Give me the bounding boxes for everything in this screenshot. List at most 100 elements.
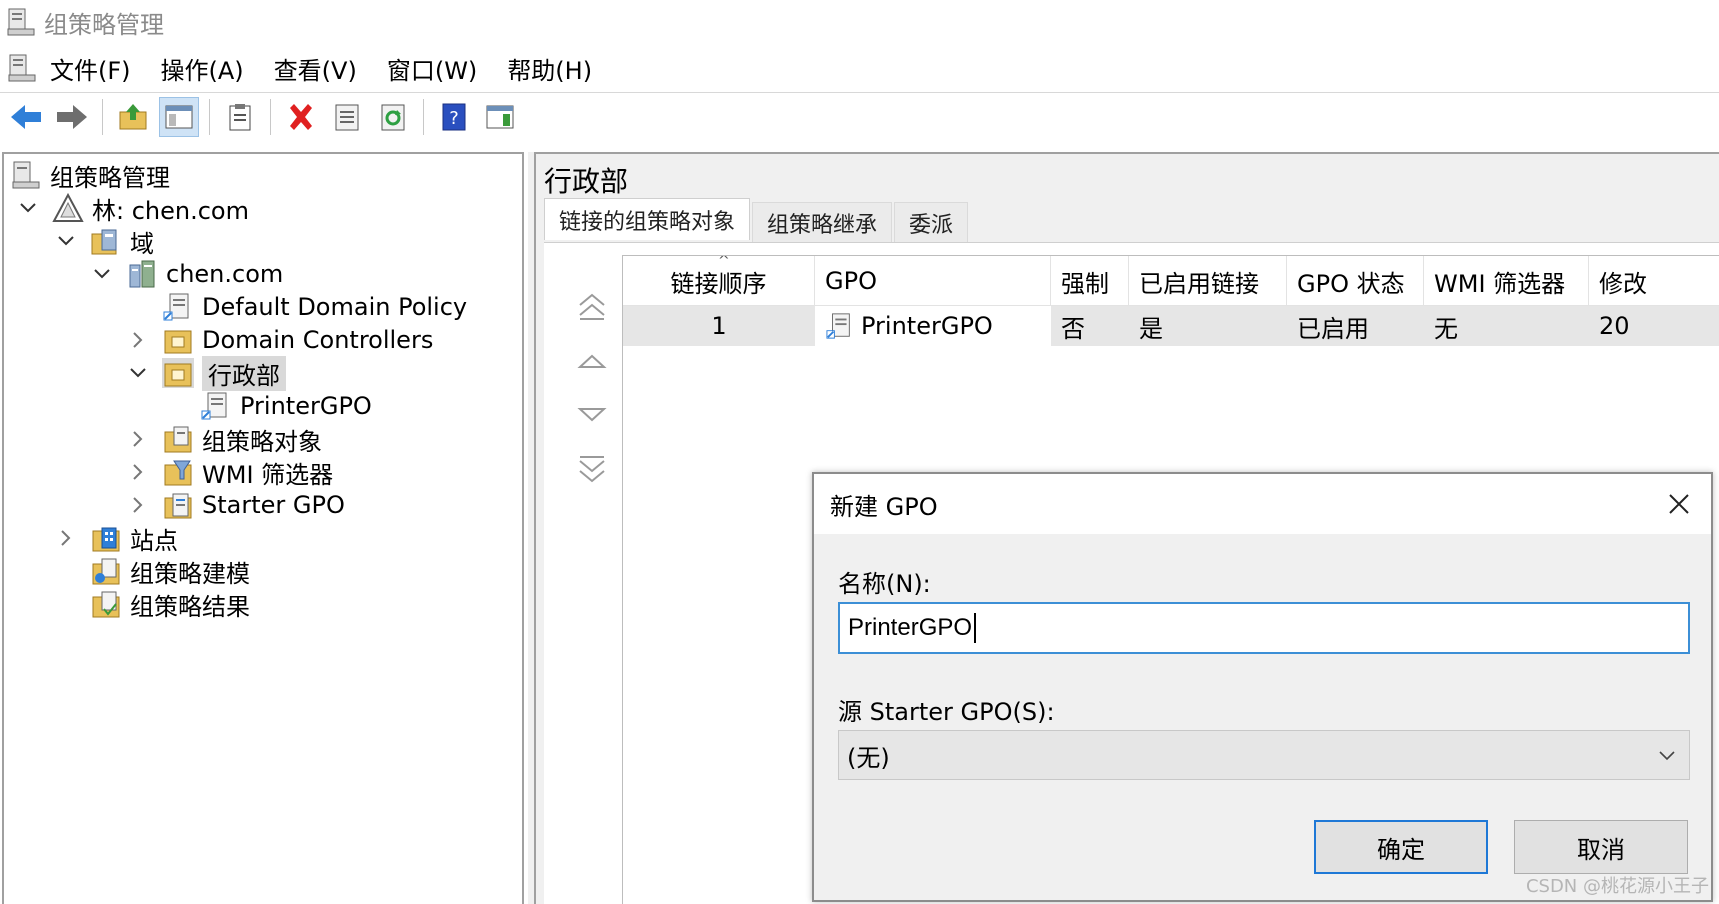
- new-gpo-dialog: 新建 GPO 名称(N): PrinterGPO 源 Starter GPO(S…: [812, 472, 1713, 902]
- gpm-menu-icon[interactable]: [6, 53, 38, 83]
- tree-item-results[interactable]: 组策略结果: [56, 587, 250, 621]
- collapse-icon[interactable]: [92, 264, 112, 284]
- text-caret: [974, 613, 977, 643]
- tree-item-domains[interactable]: 域: [56, 224, 154, 258]
- tree-item-gpo-objects[interactable]: 组策略对象: [128, 422, 322, 456]
- gpo-name-input[interactable]: PrinterGPO: [838, 602, 1690, 654]
- expand-icon[interactable]: [56, 528, 76, 548]
- refresh-icon[interactable]: [373, 97, 413, 137]
- cell-enforced: 否: [1061, 314, 1085, 343]
- toolbar-separator: [423, 98, 424, 135]
- title-bar: 组策略管理: [0, 0, 1719, 44]
- domain-icon: [129, 260, 155, 288]
- cell-gpo-name: PrinterGPO: [861, 312, 993, 340]
- tree-item-default-domain-policy[interactable]: Default Domain Policy: [128, 290, 467, 324]
- wmi-folder-icon: [164, 460, 192, 486]
- action-pane-icon[interactable]: [480, 97, 520, 137]
- results-icon: [92, 591, 120, 618]
- tree-item-modeling[interactable]: 组策略建模: [56, 554, 250, 588]
- expand-icon[interactable]: [128, 495, 148, 515]
- cell-gpo-status: 已启用: [1297, 314, 1369, 343]
- gpo-link-icon: [826, 313, 850, 339]
- tree-label: 林: chen.com: [92, 196, 249, 225]
- col-link-order[interactable]: ^ 链接顺序: [623, 256, 815, 306]
- tree-label: Starter GPO: [202, 491, 345, 519]
- tree-label: Domain Controllers: [202, 326, 434, 354]
- cell-wmi-filter: 无: [1434, 314, 1458, 343]
- close-icon[interactable]: [1659, 484, 1699, 524]
- tab-delegation[interactable]: 委派: [894, 202, 969, 242]
- col-link-enabled[interactable]: 已启用链接: [1129, 256, 1287, 306]
- source-starter-value: (无): [847, 743, 890, 772]
- tree-item-gpm[interactable]: 组策略管理: [10, 158, 170, 192]
- col-wmi-filter[interactable]: WMI 筛选器: [1424, 256, 1589, 306]
- tree-label: WMI 筛选器: [202, 460, 334, 489]
- expand-icon[interactable]: [128, 429, 148, 449]
- tree-item-sites[interactable]: 站点: [56, 521, 178, 555]
- show-hide-tree-icon[interactable]: [159, 96, 199, 137]
- menu-file[interactable]: 文件(F): [50, 51, 131, 86]
- name-label: 名称(N):: [838, 570, 931, 598]
- dialog-title: 新建 GPO: [830, 492, 938, 521]
- tree-pane: 组策略管理 林: chen.com 域 chen.com Default Dom…: [2, 152, 524, 904]
- cancel-button[interactable]: 取消: [1514, 820, 1688, 874]
- tree-label: 站点: [130, 526, 178, 555]
- properties-icon[interactable]: [327, 97, 367, 137]
- menu-view[interactable]: 查看(V): [274, 51, 357, 86]
- tree-item-chen-com[interactable]: chen.com: [92, 257, 283, 291]
- chevron-down-icon: [1659, 751, 1675, 761]
- toolbar-separator: [102, 98, 103, 135]
- gpo-name-value: PrinterGPO: [848, 614, 973, 641]
- move-up-icon[interactable]: [572, 341, 612, 381]
- tree-label: 域: [130, 229, 154, 258]
- svg-text:?: ?: [449, 108, 459, 129]
- clipboard-icon[interactable]: [220, 97, 260, 137]
- table-row[interactable]: 1 PrinterGPO 否 是 已启用 无 20: [623, 306, 1719, 346]
- tree-item-forest[interactable]: 林: chen.com: [18, 191, 249, 225]
- delete-icon[interactable]: [281, 97, 321, 137]
- gpm-icon: [12, 161, 40, 189]
- col-modified[interactable]: 修改: [1589, 256, 1669, 306]
- expand-icon[interactable]: [128, 462, 148, 482]
- tree-item-starter-gpo[interactable]: Starter GPO: [128, 488, 345, 522]
- menu-action[interactable]: 操作(A): [161, 51, 244, 86]
- move-to-top-icon[interactable]: [572, 287, 612, 327]
- forest-icon: [52, 193, 84, 222]
- toolbar-separator: [270, 98, 271, 135]
- tree-label: chen.com: [166, 260, 284, 288]
- tab-linked-gpos[interactable]: 链接的组策略对象: [544, 198, 751, 240]
- gpo-link-icon: [163, 293, 189, 321]
- collapse-icon[interactable]: [56, 231, 76, 251]
- tree-label: 组策略对象: [202, 427, 322, 456]
- tab-inheritance[interactable]: 组策略继承: [752, 202, 893, 242]
- tree-item-ou-selected[interactable]: 行政部: [128, 355, 286, 391]
- tree-label: 组策略管理: [50, 163, 170, 192]
- ou-icon: [162, 358, 194, 388]
- table-header: ^ 链接顺序 GPO 强制 已启用链接 GPO 状态 WMI 筛选器 修改: [623, 256, 1719, 306]
- tree-item-domain-controllers[interactable]: Domain Controllers: [128, 323, 433, 357]
- help-icon[interactable]: ?: [434, 97, 474, 137]
- link-order-buttons: [572, 287, 612, 503]
- menu-help[interactable]: 帮助(H): [507, 51, 592, 86]
- source-starter-label: 源 Starter GPO(S):: [838, 698, 1055, 726]
- up-folder-icon[interactable]: [113, 97, 153, 137]
- back-icon[interactable]: [6, 97, 46, 137]
- move-to-bottom-icon[interactable]: [572, 449, 612, 489]
- tree-item-printergpo-link[interactable]: PrinterGPO: [166, 389, 372, 423]
- col-enforced[interactable]: 强制: [1051, 256, 1129, 306]
- modeling-icon: [92, 558, 120, 585]
- toolbar: ?: [0, 92, 1719, 140]
- forward-icon[interactable]: [52, 97, 92, 137]
- menu-window[interactable]: 窗口(W): [387, 51, 477, 86]
- collapse-icon[interactable]: [128, 363, 148, 383]
- tab-strip: 链接的组策略对象 组策略继承 委派: [544, 198, 970, 242]
- col-gpo-status[interactable]: GPO 状态: [1287, 256, 1424, 306]
- cell-modified: 20: [1599, 312, 1630, 340]
- collapse-icon[interactable]: [18, 198, 38, 218]
- col-gpo[interactable]: GPO: [815, 256, 1051, 306]
- move-down-icon[interactable]: [572, 395, 612, 435]
- ok-button[interactable]: 确定: [1314, 820, 1488, 874]
- tree-item-wmi-filters[interactable]: WMI 筛选器: [128, 455, 333, 489]
- source-starter-select[interactable]: (无): [838, 730, 1690, 780]
- expand-icon[interactable]: [128, 330, 148, 350]
